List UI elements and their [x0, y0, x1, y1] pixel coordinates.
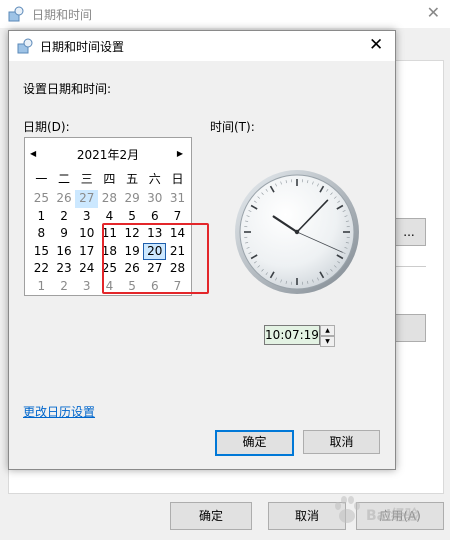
- weekday-header: 日: [171, 172, 184, 186]
- calendar-day[interactable]: 27: [75, 190, 99, 208]
- weekday-header: 四: [103, 172, 116, 186]
- calendar-day[interactable]: 23: [53, 260, 76, 278]
- baidu-paw-logo: [335, 496, 360, 523]
- calendar-day[interactable]: 10: [75, 225, 98, 243]
- calendar-month-label[interactable]: 2021年2月: [25, 146, 191, 163]
- calendar-day[interactable]: 22: [30, 260, 53, 278]
- background-button[interactable]: [392, 314, 426, 342]
- calendar-day[interactable]: 30: [143, 190, 166, 208]
- ok-button[interactable]: 确定: [215, 430, 294, 456]
- background-close-icon[interactable]: ✕: [427, 3, 440, 22]
- calendar-day[interactable]: 3: [75, 278, 98, 296]
- calendar-day[interactable]: 28: [98, 190, 121, 208]
- weekday-header: 二: [58, 172, 71, 186]
- weekday-header: 三: [80, 172, 93, 186]
- calendar-day[interactable]: 26: [53, 190, 76, 208]
- calendar-day[interactable]: 24: [75, 260, 98, 278]
- calendar-day[interactable]: 3: [75, 208, 98, 226]
- set-date-time-label: 设置日期和时间:: [23, 82, 112, 96]
- time-up-icon[interactable]: ▲: [320, 325, 335, 336]
- calendar-day[interactable]: 2: [53, 278, 76, 296]
- weekday-header: 一: [35, 172, 48, 186]
- calendar-day[interactable]: 1: [30, 208, 53, 226]
- calendar-day[interactable]: 16: [53, 243, 76, 261]
- time-label: 时间(T):: [210, 120, 255, 134]
- close-icon[interactable]: ✕: [369, 35, 383, 55]
- weekday-header: 六: [148, 172, 161, 186]
- calendar-day[interactable]: 31: [166, 190, 189, 208]
- calendar-day[interactable]: 8: [30, 225, 53, 243]
- dialog-titlebar: 日期和时间设置 ✕: [9, 31, 395, 61]
- change-calendar-settings-link[interactable]: 更改日历设置: [23, 403, 95, 420]
- calendar-day[interactable]: 25: [30, 190, 53, 208]
- clock-settings-icon: [17, 38, 33, 54]
- background-ok-button[interactable]: 确定: [170, 502, 252, 530]
- background-titlebar: 日期和时间 ✕: [0, 0, 450, 28]
- calendar-day[interactable]: 1: [30, 278, 53, 296]
- calendar-day[interactable]: 17: [75, 243, 98, 261]
- time-down-icon[interactable]: ▼: [320, 336, 335, 347]
- time-spinner: ▲ ▼: [320, 325, 335, 347]
- calendar-day[interactable]: 29: [121, 190, 144, 208]
- calendar-weekday-header: 一二三四五六日: [30, 170, 190, 186]
- watermark: Bai经验: [332, 494, 450, 534]
- time-input[interactable]: 10:07:19: [264, 325, 320, 345]
- analog-clock: [235, 170, 359, 294]
- change-date-time-button[interactable]: ...: [392, 218, 426, 246]
- background-divider: [392, 266, 426, 267]
- date-label: 日期(D):: [23, 120, 70, 134]
- cancel-button[interactable]: 取消: [303, 430, 380, 454]
- calendar-day[interactable]: 15: [30, 243, 53, 261]
- annotation-highlight-box: [102, 223, 209, 294]
- background-window-title: 日期和时间: [32, 8, 93, 22]
- clock-settings-icon: [8, 6, 24, 22]
- dialog-title: 日期和时间设置: [40, 40, 125, 54]
- next-month-icon[interactable]: ▶: [177, 149, 183, 158]
- calendar-day[interactable]: 2: [53, 208, 76, 226]
- calendar-day[interactable]: 9: [53, 225, 76, 243]
- watermark-text: Bai经验: [366, 508, 419, 524]
- weekday-header: 五: [126, 172, 139, 186]
